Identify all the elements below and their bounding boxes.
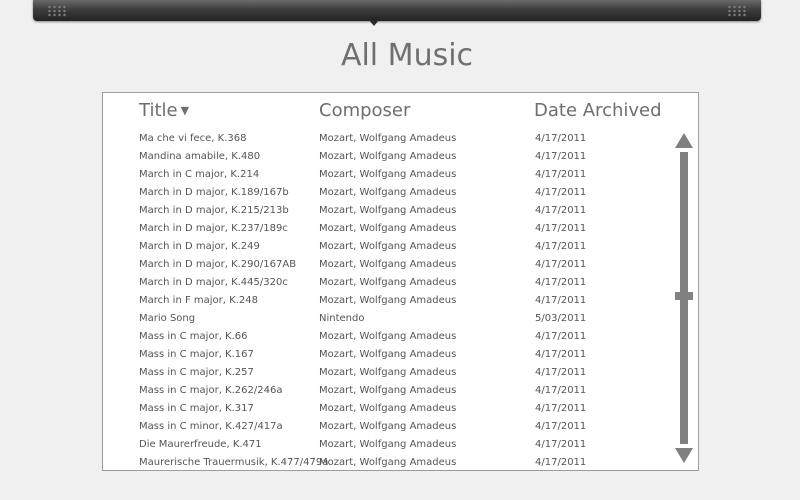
row-title: March in D major, K.290/167AB: [139, 259, 297, 270]
table-row[interactable]: March in D major, K.189/167b Mozart, Wolf…: [103, 184, 663, 202]
row-title: Mass in C major, K.66: [139, 331, 248, 342]
row-title: March in D major, K.189/167b: [139, 187, 289, 198]
music-list: Ma che vi fece, K.368 Mozart, Wolfgang Am…: [103, 130, 663, 470]
row-composer: Mozart, Wolfgang Amadeus: [319, 259, 457, 270]
row-title: March in D major, K.249: [139, 241, 260, 252]
table-row[interactable]: March in D major, K.445/320c Mozart, Wolf…: [103, 274, 663, 292]
row-date-archived: 4/17/2011: [535, 331, 587, 342]
table-row[interactable]: March in D major, K.290/167AB Mozart, Wol…: [103, 256, 663, 274]
table-row[interactable]: March in C major, K.214 Mozart, Wolfgang …: [103, 166, 663, 184]
column-header-title-label: Title: [139, 100, 178, 121]
table-row[interactable]: Mass in C minor, K.427/417a Mozart, Wolfg…: [103, 418, 663, 436]
row-composer: Mozart, Wolfgang Amadeus: [319, 295, 457, 306]
table-row[interactable]: Mass in C major, K.257 Mozart, Wolfgang A…: [103, 364, 663, 382]
row-composer: Mozart, Wolfgang Amadeus: [319, 277, 457, 288]
right-grip-icon[interactable]: [727, 5, 747, 17]
scrollbar-thumb[interactable]: [675, 292, 693, 300]
scroll-down-arrow-icon[interactable]: [675, 448, 693, 463]
row-title: March in F major, K.248: [139, 295, 258, 306]
top-toolbar: [33, 0, 761, 21]
table-row[interactable]: Die Maurerfreude, K.471 Mozart, Wolfgang …: [103, 436, 663, 454]
toolbar-pointer-icon: [369, 20, 379, 26]
row-date-archived: 4/17/2011: [535, 349, 587, 360]
row-date-archived: 4/17/2011: [535, 187, 587, 198]
row-title: Maurerische Trauermusik, K.477/479a: [139, 457, 329, 468]
row-composer: Mozart, Wolfgang Amadeus: [319, 223, 457, 234]
row-title: Mass in C major, K.167: [139, 349, 254, 360]
page-title: All Music: [340, 38, 474, 73]
table-row[interactable]: Mass in C major, K.66 Mozart, Wolfgang Am…: [103, 328, 663, 346]
table-row[interactable]: Mass in C major, K.167 Mozart, Wolfgang A…: [103, 346, 663, 364]
row-date-archived: 4/17/2011: [535, 259, 587, 270]
row-date-archived: 4/17/2011: [535, 241, 587, 252]
row-composer: Mozart, Wolfgang Amadeus: [319, 331, 457, 342]
row-date-archived: 4/17/2011: [535, 457, 587, 468]
row-composer: Mozart, Wolfgang Amadeus: [319, 133, 457, 144]
scroll-up-arrow-icon[interactable]: [675, 133, 693, 148]
row-title: Mario Song: [139, 313, 196, 324]
table-row[interactable]: March in F major, K.248 Mozart, Wolfgang …: [103, 292, 663, 310]
music-list-panel: Title ▼ Composer Date Archived Ma che vi …: [102, 92, 699, 471]
column-header-composer[interactable]: Composer: [319, 100, 410, 121]
table-row[interactable]: Mass in C major, K.262/246a Mozart, Wolfg…: [103, 382, 663, 400]
row-composer: Nintendo: [319, 313, 365, 324]
row-composer: Mozart, Wolfgang Amadeus: [319, 385, 457, 396]
row-date-archived: 4/17/2011: [535, 385, 587, 396]
table-row[interactable]: Mario Song Nintendo 5/03/2011: [103, 310, 663, 328]
table-row[interactable]: Maurerische Trauermusik, K.477/479a Mozar…: [103, 454, 663, 470]
table-row[interactable]: Mass in C major, K.317 Mozart, Wolfgang A…: [103, 400, 663, 418]
row-date-archived: 4/17/2011: [535, 133, 587, 144]
row-title: Mass in C major, K.262/246a: [139, 385, 283, 396]
row-title: Mandina amabile, K.480: [139, 151, 261, 162]
row-date-archived: 5/03/2011: [535, 313, 587, 324]
row-title: March in D major, K.237/189c: [139, 223, 288, 234]
row-composer: Mozart, Wolfgang Amadeus: [319, 241, 457, 252]
row-title: March in C major, K.214: [139, 169, 260, 180]
row-title: Mass in C major, K.257: [139, 367, 254, 378]
row-date-archived: 4/17/2011: [535, 223, 587, 234]
row-title: Mass in C major, K.317: [139, 403, 254, 414]
row-composer: Mozart, Wolfgang Amadeus: [319, 457, 457, 468]
row-title: Die Maurerfreude, K.471: [139, 439, 262, 450]
row-composer: Mozart, Wolfgang Amadeus: [319, 151, 457, 162]
row-date-archived: 4/17/2011: [535, 439, 587, 450]
row-title: March in D major, K.445/320c: [139, 277, 288, 288]
row-composer: Mozart, Wolfgang Amadeus: [319, 367, 457, 378]
row-date-archived: 4/17/2011: [535, 151, 587, 162]
table-row[interactable]: March in D major, K.249 Mozart, Wolfgang …: [103, 238, 663, 256]
row-title: Ma che vi fece, K.368: [139, 133, 247, 144]
table-row[interactable]: Mandina amabile, K.480 Mozart, Wolfgang A…: [103, 148, 663, 166]
table-row[interactable]: March in D major, K.215/213b Mozart, Wolf…: [103, 202, 663, 220]
table-row[interactable]: March in D major, K.237/189c Mozart, Wolf…: [103, 220, 663, 238]
row-date-archived: 4/17/2011: [535, 295, 587, 306]
row-date-archived: 4/17/2011: [535, 367, 587, 378]
row-composer: Mozart, Wolfgang Amadeus: [319, 205, 457, 216]
row-date-archived: 4/17/2011: [535, 277, 587, 288]
table-row[interactable]: Ma che vi fece, K.368 Mozart, Wolfgang Am…: [103, 130, 663, 148]
row-date-archived: 4/17/2011: [535, 421, 587, 432]
column-header-date-archived[interactable]: Date Archived: [534, 100, 662, 121]
row-composer: Mozart, Wolfgang Amadeus: [319, 439, 457, 450]
column-header-title[interactable]: Title ▼: [139, 100, 189, 121]
row-composer: Mozart, Wolfgang Amadeus: [319, 403, 457, 414]
row-title: Mass in C minor, K.427/417a: [139, 421, 283, 432]
row-date-archived: 4/17/2011: [535, 205, 587, 216]
row-composer: Mozart, Wolfgang Amadeus: [319, 421, 457, 432]
sort-descending-icon[interactable]: ▼: [181, 104, 189, 117]
row-composer: Mozart, Wolfgang Amadeus: [319, 349, 457, 360]
row-date-archived: 4/17/2011: [535, 169, 587, 180]
row-composer: Mozart, Wolfgang Amadeus: [319, 169, 457, 180]
row-title: March in D major, K.215/213b: [139, 205, 289, 216]
left-grip-icon[interactable]: [47, 5, 67, 17]
row-composer: Mozart, Wolfgang Amadeus: [319, 187, 457, 198]
row-date-archived: 4/17/2011: [535, 403, 587, 414]
